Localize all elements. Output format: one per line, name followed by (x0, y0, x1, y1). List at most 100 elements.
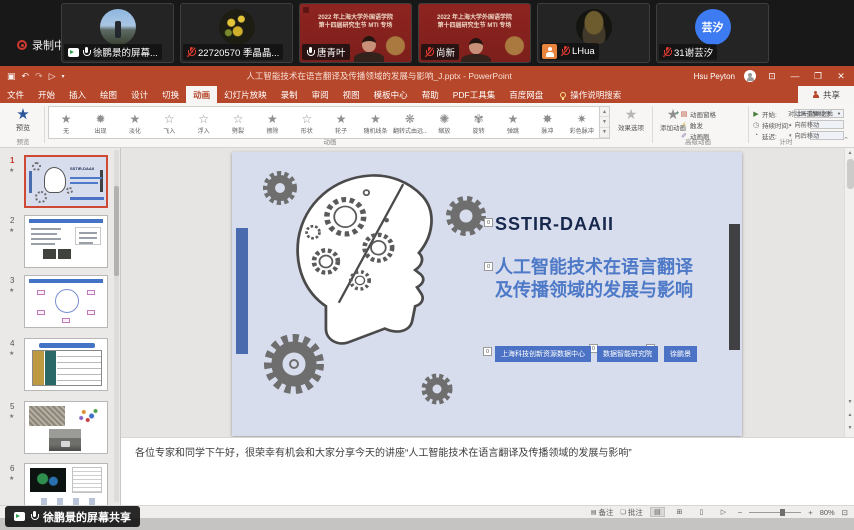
collapse-ribbon-icon[interactable]: ⌃ (843, 136, 849, 144)
account-avatar[interactable] (744, 70, 756, 82)
slide-number: 6 (10, 464, 14, 473)
zoom-slider[interactable] (749, 512, 801, 513)
slide-title[interactable]: SSTIR-DAAII (495, 214, 614, 235)
current-slide[interactable]: 0 0 0 0 0 SSTIR-DAAII 人工智能技术在语言翻译 及传播领域的… (232, 152, 742, 436)
video-tile-xupengjing[interactable]: 徐鹏景的屏幕... (61, 3, 174, 63)
animation-effect-pulse[interactable]: ✸脉冲 (530, 107, 564, 138)
previous-slide-icon[interactable]: ▲ (845, 410, 854, 420)
normal-view-button[interactable]: ▤ (650, 507, 665, 517)
ribbon-options-icon[interactable]: ⊡ (765, 71, 779, 82)
slide-subtitle[interactable]: 人工智能技术在语言翻译 及传播领域的发展与影响 (495, 256, 693, 302)
video-tile-jijingjing[interactable]: 22720570 季晶晶... (180, 3, 293, 63)
video-tile-lhua[interactable]: LHua (537, 3, 650, 63)
animation-effect-bounce[interactable]: ★弹跳 (496, 107, 530, 138)
animation-effect-split[interactable]: ☆劈裂 (221, 107, 255, 138)
animation-effect-wheel[interactable]: ★轮子 (324, 107, 358, 138)
tab-slideshow[interactable]: 幻灯片放映 (217, 86, 274, 103)
zoom-out-button[interactable]: − (738, 508, 742, 517)
powerpoint-window: ▣ ↶ ↷ ▷ ▾ 人工智能技术在语言翻译及传播领域的发展与影响_J.pptx … (0, 66, 854, 518)
tab-insert[interactable]: 插入 (62, 86, 93, 103)
zoom-percentage[interactable]: 80% (820, 508, 835, 517)
slideshow-view-button[interactable]: ▷ (716, 507, 731, 517)
tab-file[interactable]: 文件 (0, 86, 31, 103)
zoom-in-button[interactable]: + (808, 508, 812, 517)
customize-qat-icon[interactable]: ▾ (62, 73, 65, 80)
tab-home[interactable]: 开始 (31, 86, 62, 103)
close-icon[interactable]: ✕ (834, 71, 848, 82)
animation-effect-shape[interactable]: ☆形状 (290, 107, 324, 138)
animation-effect-color-pulse[interactable]: ✷彩色脉冲 (565, 107, 599, 138)
move-later-button[interactable]: ▼ 向后移动 (788, 130, 850, 141)
video-tile-tangqingye[interactable]: 2022 年上海大学外国语学院 第十四届研究生节 MTI 专场 唐青叶 (299, 3, 412, 63)
mic-on-icon (30, 511, 38, 522)
notes-pane[interactable]: 各位专家和同学下午好，很荣幸有机会和大家分享今天的讲座“人工智能技术在语言翻译及… (121, 437, 854, 505)
animation-effect-none[interactable]: ★无 (49, 107, 83, 138)
video-tile-shangxin[interactable]: 2022 年上海大学外国语学院 第十四届研究生节 MTI 专场 尚新 (418, 3, 531, 63)
preview-button[interactable]: ★ 预览 (8, 107, 38, 133)
fit-slide-icon[interactable]: ⊡ (842, 508, 848, 517)
save-icon[interactable]: ▣ (7, 71, 16, 82)
slide-thumbnail-1[interactable]: SSTIR-DAAII (24, 155, 108, 208)
start-slideshow-icon[interactable]: ▷ (49, 71, 56, 82)
gallery-down-icon[interactable]: ▼ (600, 117, 609, 127)
animation-effect-appear[interactable]: ✹出现 (83, 107, 117, 138)
effect-options-button[interactable]: ★ 效果选项 (614, 107, 648, 132)
animation-pane-label: 动画窗格 (690, 109, 716, 119)
animation-effect-zoom[interactable]: ✺缩放 (427, 107, 461, 138)
move-earlier-button[interactable]: ▲ 向前移动 (788, 119, 850, 130)
slide-sorter-view-button[interactable]: ⊞ (672, 507, 687, 517)
speaker-notes-text[interactable]: 各位专家和同学下午好，很荣幸有机会和大家分享今天的讲座“人工智能技术在语言翻译及… (135, 444, 835, 459)
tab-draw[interactable]: 绘图 (93, 86, 124, 103)
slide-thumbnail-5[interactable] (24, 401, 108, 454)
trigger-button[interactable]: ⚡ 触发 (680, 119, 744, 130)
scroll-down-icon[interactable]: ▼ (845, 397, 854, 407)
panel-scrollbar[interactable] (114, 150, 119, 502)
gallery-more-icon[interactable]: ▼ (600, 128, 609, 138)
share-button[interactable]: 共享 (798, 86, 854, 103)
tab-view[interactable]: 视图 (336, 86, 367, 103)
animation-effect-random-bars[interactable]: ★随机线条 (358, 107, 392, 138)
slide-thumbnail-3[interactable] (24, 275, 108, 328)
animation-effect-spin[interactable]: ✾旋转 (462, 107, 496, 138)
chip-presenter[interactable]: 徐鹏景 (664, 346, 697, 362)
notes-toggle[interactable]: ▤ 备注 (591, 507, 614, 518)
canvas-scrollbar[interactable]: ▲ ▼ ▲ ▼ (844, 148, 854, 437)
video-tile-xieyunxi[interactable]: 芸汐 31谢芸汐 (656, 3, 769, 63)
tab-baidu-netdisk[interactable]: 百度网盘 (502, 86, 550, 103)
next-slide-icon[interactable]: ▼ (845, 423, 854, 433)
tab-pdf-tools[interactable]: PDF工具集 (446, 86, 503, 103)
tab-help[interactable]: 帮助 (415, 86, 446, 103)
tab-transitions[interactable]: 切换 (155, 86, 186, 103)
tab-record[interactable]: 录制 (274, 86, 305, 103)
tell-me-search[interactable]: 操作说明搜索 (560, 86, 621, 103)
undo-icon[interactable]: ↶ (22, 71, 30, 82)
gallery-up-icon[interactable]: ▲ (600, 107, 609, 117)
chip-institute[interactable]: 数据智能研究院 (597, 346, 658, 362)
lightbulb-icon (560, 92, 566, 98)
reading-view-button[interactable]: ▯ (694, 507, 709, 517)
minimize-icon[interactable]: — (788, 71, 802, 81)
tab-template-center[interactable]: 模板中心 (367, 86, 415, 103)
account-name[interactable]: Hsu Peyton (694, 72, 735, 81)
animation-effect-fade[interactable]: ★淡化 (118, 107, 152, 138)
tab-design[interactable]: 设计 (124, 86, 155, 103)
scrollbar-thumb[interactable] (847, 159, 854, 189)
scroll-up-icon[interactable]: ▲ (845, 148, 854, 158)
animation-pane-button[interactable]: ▤ 动画窗格 (680, 108, 744, 119)
zoom-slider-knob[interactable] (780, 509, 785, 516)
chip-organization[interactable]: 上海科技创新资源数据中心 (495, 346, 591, 362)
restore-icon[interactable]: ❐ (811, 71, 825, 82)
slide-thumbnail-6[interactable] (24, 463, 108, 505)
animation-effect-float-in[interactable]: ☆浮入 (187, 107, 221, 138)
slide-thumbnail-2[interactable] (24, 215, 108, 268)
redo-icon[interactable]: ↷ (35, 71, 43, 82)
tab-animations[interactable]: 动画 (186, 86, 217, 103)
comments-toggle[interactable]: ❏ 批注 (621, 507, 643, 518)
animation-effect-wipe[interactable]: ★擦除 (255, 107, 289, 138)
tab-review[interactable]: 审阅 (305, 86, 336, 103)
slide-thumbnail-4[interactable] (24, 338, 108, 391)
animation-effect-swivel[interactable]: ❋翻转式由远... (393, 107, 427, 138)
gallery-scrollbar[interactable]: ▲ ▼ ▼ (600, 106, 610, 139)
animation-effect-fly-in[interactable]: ☆飞入 (152, 107, 186, 138)
effect-icon: ★ (130, 113, 141, 125)
